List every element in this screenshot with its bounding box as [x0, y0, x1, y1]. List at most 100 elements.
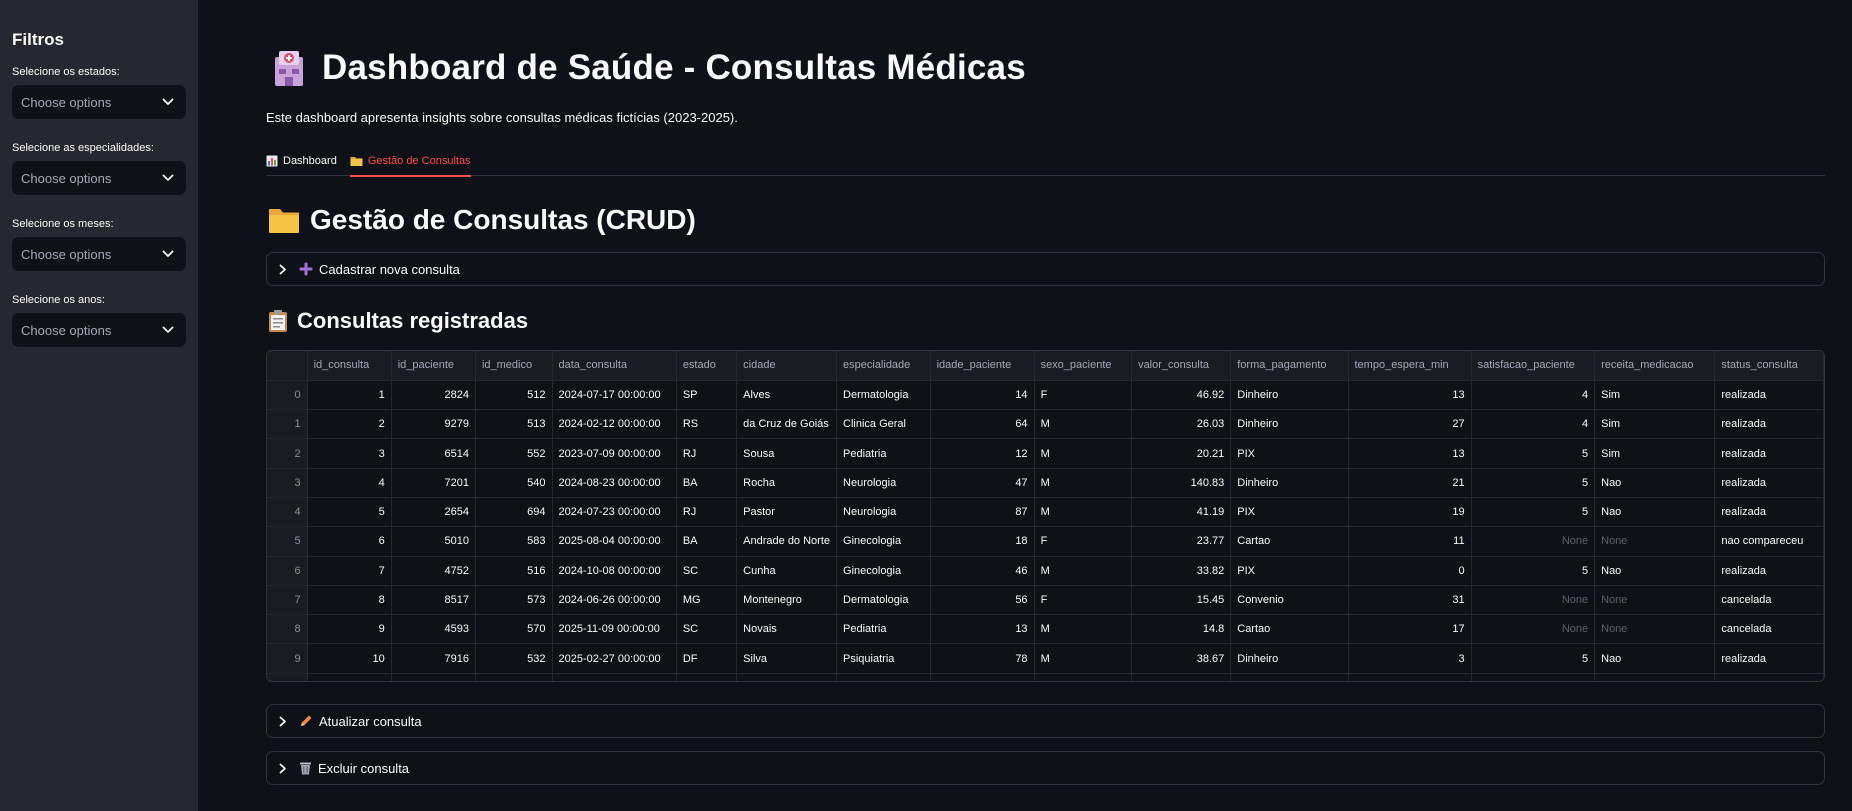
- table-cell[interactable]: PIX: [1230, 556, 1349, 586]
- table-row[interactable]: 2 3 6514 552 2023-07-09 00:00:00 RJ Sousa Pedia…: [267, 438, 1824, 469]
- table-row[interactable]: 9 10 7916 532 2025-02-27 00:00:00 DF Silva Psiq…: [267, 643, 1824, 674]
- table-cell[interactable]: 19: [1348, 497, 1472, 528]
- table-cell[interactable]: 7916: [391, 643, 476, 674]
- table-cell[interactable]: 2025-11-09 00:00:00: [552, 614, 677, 645]
- expander-update[interactable]: Atualizar consulta: [266, 704, 1825, 738]
- table-cell[interactable]: Clinica Geral: [836, 409, 931, 440]
- table-cell[interactable]: 516: [475, 556, 553, 586]
- table-cell[interactable]: Ginecologia: [836, 526, 931, 557]
- table-cell[interactable]: 31: [1348, 585, 1472, 616]
- consultas-table[interactable]: id_consulta id_paciente id_medico data_c…: [266, 350, 1825, 682]
- table-cell[interactable]: realizada: [1714, 380, 1824, 411]
- table-cell[interactable]: 2024-07-17 00:00:00: [552, 380, 677, 411]
- table-cell[interactable]: 7: [307, 556, 392, 586]
- table-cell[interactable]: SC: [676, 614, 738, 645]
- table-cell[interactable]: Nao: [1594, 468, 1716, 498]
- table-cell[interactable]: 2024-07-23 00:00:00: [552, 497, 677, 528]
- table-cell[interactable]: 12: [930, 438, 1035, 469]
- tab-gestao-consultas[interactable]: Gestão de Consultas: [349, 146, 471, 177]
- table-cell[interactable]: 11: [1348, 526, 1472, 557]
- table-cell[interactable]: M: [1034, 468, 1133, 498]
- table-cell[interactable]: 18: [930, 526, 1035, 557]
- table-cell[interactable]: None: [1471, 526, 1596, 557]
- table-cell[interactable]: 10: [307, 643, 392, 674]
- table-cell[interactable]: 26.03: [1131, 409, 1232, 440]
- table-cell[interactable]: Dermatologia: [836, 380, 931, 411]
- table-cell[interactable]: DF: [676, 643, 738, 674]
- table-cell[interactable]: 3: [307, 438, 392, 469]
- column-header[interactable]: receita_medicacao: [1594, 351, 1716, 381]
- table-cell[interactable]: Alves: [736, 380, 838, 411]
- table-cell[interactable]: Dinheiro: [1230, 380, 1349, 411]
- table-cell[interactable]: Neurologia: [836, 497, 931, 528]
- table-cell[interactable]: Sim: [1594, 409, 1716, 440]
- table-cell[interactable]: Sim: [1594, 380, 1716, 411]
- table-cell[interactable]: None: [1594, 526, 1716, 557]
- column-header[interactable]: forma_pagamento: [1230, 351, 1349, 381]
- table-cell[interactable]: Dermatologia: [836, 585, 931, 616]
- table-cell[interactable]: F: [1034, 585, 1133, 616]
- table-cell[interactable]: 2023-07-09 00:00:00: [552, 438, 677, 469]
- table-cell[interactable]: PIX: [1230, 497, 1349, 528]
- table-cell[interactable]: realizada: [1714, 438, 1824, 469]
- table-cell[interactable]: 14.8: [1131, 614, 1232, 645]
- table-cell[interactable]: 13: [930, 614, 1035, 645]
- table-cell[interactable]: 540: [475, 468, 553, 498]
- table-cell[interactable]: 4: [1471, 409, 1596, 440]
- table-cell[interactable]: 6: [307, 526, 392, 557]
- column-header[interactable]: cidade: [736, 351, 838, 381]
- table-cell[interactable]: 2024-06-26 00:00:00: [552, 585, 677, 616]
- table-cell[interactable]: 532: [475, 643, 553, 674]
- column-header[interactable]: valor_consulta: [1131, 351, 1232, 381]
- table-cell[interactable]: Dinheiro: [1230, 409, 1349, 440]
- table-cell[interactable]: 513: [475, 409, 553, 440]
- table-cell[interactable]: Cunha: [736, 556, 838, 586]
- table-cell[interactable]: None: [1594, 614, 1716, 645]
- table-cell[interactable]: M: [1034, 556, 1133, 586]
- table-cell[interactable]: Montenegro: [736, 585, 838, 616]
- table-cell[interactable]: Rocha: [736, 468, 838, 498]
- table-cell[interactable]: 21: [1348, 468, 1472, 498]
- table-cell[interactable]: 17: [1348, 614, 1472, 645]
- table-cell[interactable]: RS: [676, 409, 738, 440]
- table-row[interactable]: 8 9 4593 570 2025-11-09 00:00:00 SC Novais Pedi…: [267, 614, 1824, 645]
- table-cell[interactable]: M: [1034, 438, 1133, 469]
- table-cell[interactable]: 47: [930, 468, 1035, 498]
- table-cell[interactable]: 5010: [391, 526, 476, 557]
- table-cell[interactable]: Novais: [736, 614, 838, 645]
- column-header[interactable]: status_consulta: [1714, 351, 1824, 381]
- table-cell[interactable]: 2024-08-23 00:00:00: [552, 468, 677, 498]
- table-cell[interactable]: 2024-10-08 00:00:00: [552, 556, 677, 586]
- table-cell[interactable]: 583: [475, 526, 553, 557]
- table-cell[interactable]: 9279: [391, 409, 476, 440]
- table-cell[interactable]: da Cruz de Goiás: [736, 409, 838, 440]
- table-cell[interactable]: 552: [475, 438, 553, 469]
- column-header[interactable]: id_consulta: [307, 351, 392, 381]
- table-cell[interactable]: RJ: [676, 497, 738, 528]
- table-cell[interactable]: Psiquiatria: [836, 643, 931, 674]
- table-cell[interactable]: RJ: [676, 438, 738, 469]
- table-cell[interactable]: 38.67: [1131, 643, 1232, 674]
- table-cell[interactable]: Silva: [736, 643, 838, 674]
- expander-create[interactable]: Cadastrar nova consulta: [266, 252, 1825, 286]
- table-cell[interactable]: 140.83: [1131, 468, 1232, 498]
- column-header[interactable]: id_medico: [475, 351, 553, 381]
- table-cell[interactable]: 573: [475, 585, 553, 616]
- column-header[interactable]: especialidade: [836, 351, 931, 381]
- table-cell[interactable]: Convenio: [1230, 585, 1349, 616]
- table-cell[interactable]: 0: [1348, 556, 1472, 586]
- table-cell[interactable]: None: [1471, 614, 1596, 645]
- table-row[interactable]: 7 8 8517 573 2024-06-26 00:00:00 MG Montenegro…: [267, 585, 1824, 616]
- table-cell[interactable]: 23.77: [1131, 526, 1232, 557]
- table-cell[interactable]: realizada: [1714, 497, 1824, 528]
- table-cell[interactable]: 2024-02-12 00:00:00: [552, 409, 677, 440]
- table-cell[interactable]: Ginecologia: [836, 556, 931, 586]
- table-cell[interactable]: 5: [307, 497, 392, 528]
- table-row[interactable]: 4 5 2654 694 2024-07-23 00:00:00 RJ Pastor Neur…: [267, 497, 1824, 528]
- table-cell[interactable]: 20.21: [1131, 438, 1232, 469]
- filter-select-anos[interactable]: Choose options: [12, 313, 186, 347]
- table-cell[interactable]: realizada: [1714, 643, 1824, 674]
- table-row[interactable]: 0 1 2824 512 2024-07-17 00:00:00 SP Alves Derma…: [267, 380, 1824, 411]
- table-cell[interactable]: 2: [307, 409, 392, 440]
- table-cell[interactable]: Cartao: [1230, 526, 1349, 557]
